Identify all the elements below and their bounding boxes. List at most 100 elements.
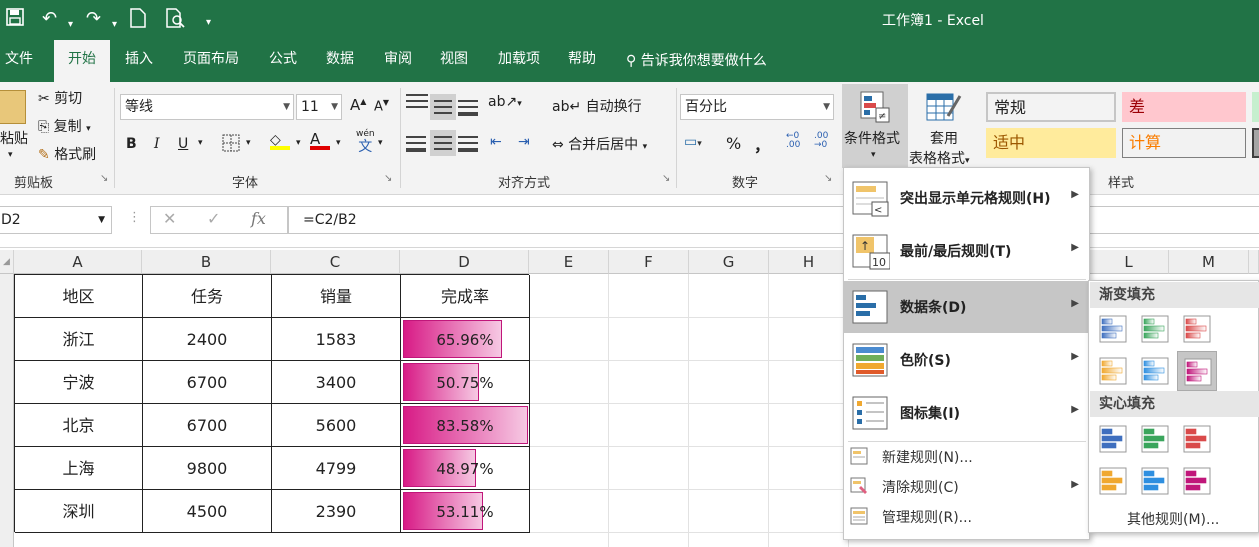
column-header[interactable]: F (609, 250, 689, 274)
column-header[interactable]: G (689, 250, 769, 274)
data-bar-cell[interactable]: 53.11% (401, 490, 530, 533)
decrease-indent-icon[interactable]: ⇤ (490, 134, 502, 150)
customize-qat-icon[interactable]: ▾ (206, 12, 211, 34)
select-all-corner[interactable]: ◢ (0, 250, 14, 274)
solid-light-blue-data-bar-icon[interactable] (1135, 461, 1175, 501)
undo-dropdown-icon[interactable]: ▾ (68, 14, 73, 36)
table-cell[interactable]: 4799 (272, 447, 401, 490)
format-as-table-button[interactable]: 套用 表格格式▾ (909, 84, 978, 168)
column-header[interactable]: B (142, 250, 271, 274)
phonetic-dropdown-icon[interactable]: ▾ (378, 138, 383, 148)
gradient-green-data-bar-icon[interactable] (1135, 309, 1175, 349)
align-middle-icon[interactable] (430, 94, 456, 120)
table-header-cell[interactable]: 任务 (143, 275, 272, 318)
solid-orange-data-bar-icon[interactable] (1093, 461, 1133, 501)
solid-purple-data-bar-icon[interactable] (1177, 461, 1217, 501)
cut-button[interactable]: ✂ 剪切 (38, 88, 82, 108)
data-bar-cell[interactable]: 48.97% (401, 447, 530, 490)
save-icon[interactable] (6, 8, 24, 32)
tab-file[interactable]: 文件 (0, 40, 38, 82)
gradient-red-data-bar-icon[interactable] (1177, 309, 1217, 349)
font-name-select[interactable]: 等线 ▼ (120, 94, 294, 120)
menu-item-clear-rules[interactable]: 清除规则(C) ▶ (844, 471, 1089, 501)
redo-icon[interactable]: ↷ (86, 8, 101, 30)
gradient-light-blue-data-bar-icon[interactable] (1135, 351, 1175, 391)
underline-dropdown-icon[interactable]: ▾ (198, 138, 203, 148)
menu-item-manage-rules[interactable]: 管理规则(R)... (844, 501, 1089, 531)
decrease-font-button[interactable]: A▼ (374, 98, 389, 114)
orientation-button[interactable]: ab↗▾ (488, 94, 522, 110)
wrap-text-button[interactable]: ab↵ 自动换行 (552, 96, 642, 116)
menu-item-color-scales[interactable]: 色阶(S) ▶ (844, 334, 1089, 386)
format-painter-button[interactable]: ✎ 格式刷 (38, 144, 96, 164)
paste-icon[interactable] (0, 90, 26, 124)
decrease-decimal-icon[interactable]: .00 →0 (814, 132, 828, 150)
table-cell[interactable]: 浙江 (15, 318, 143, 361)
data-bar-cell[interactable]: 50.75% (401, 361, 530, 404)
menu-item-top-bottom-rules[interactable]: ↑ 10 最前/最后规则(T) ▶ (844, 225, 1089, 277)
data-bar-cell[interactable]: 83.58% (401, 404, 530, 447)
menu-item-highlight-cells-rules[interactable]: < 突出显示单元格规则(H) ▶ (844, 172, 1089, 224)
chevron-down-icon[interactable]: ▾ (643, 142, 648, 152)
borders-dropdown-icon[interactable]: ▾ (246, 138, 251, 148)
formula-input[interactable]: =C2/B2 (288, 206, 1259, 234)
table-cell[interactable]: 2400 (143, 318, 272, 361)
style-bad[interactable]: 差 (1122, 92, 1246, 122)
table-cell[interactable]: 6700 (143, 404, 272, 447)
tab-addins[interactable]: 加载项 (490, 40, 548, 82)
number-format-select[interactable]: 百分比 ▼ (680, 94, 834, 120)
column-header[interactable] (1249, 250, 1259, 274)
table-cell[interactable]: 2390 (272, 490, 401, 533)
number-launcher-icon[interactable]: ↘ (824, 173, 832, 184)
table-cell[interactable]: 5600 (272, 404, 401, 447)
undo-icon[interactable]: ↶ (42, 8, 57, 30)
conditional-formatting-button[interactable]: ≠ 条件格式 ▾ (842, 84, 908, 168)
column-header[interactable]: E (529, 250, 609, 274)
align-center-icon[interactable] (430, 130, 456, 156)
table-cell[interactable]: 4500 (143, 490, 272, 533)
style-good[interactable] (1252, 92, 1259, 122)
align-left-icon[interactable] (406, 136, 426, 152)
increase-decimal-icon[interactable]: ←0.00 (786, 132, 800, 150)
data-bar-cell[interactable]: 65.96% (401, 318, 530, 361)
align-bottom-icon[interactable] (458, 100, 478, 116)
solid-blue-data-bar-icon[interactable] (1093, 419, 1133, 459)
phonetic-button[interactable]: wén 文 (356, 130, 375, 156)
tell-me-box[interactable]: ⚲ 告诉我你想要做什么 (626, 50, 767, 70)
borders-button[interactable] (222, 134, 240, 156)
alignment-launcher-icon[interactable]: ↘ (662, 173, 670, 184)
column-header[interactable]: H (769, 250, 849, 274)
copy-dropdown-icon[interactable]: ▾ (86, 124, 91, 134)
cancel-icon[interactable]: ✕ (163, 209, 176, 228)
font-size-select[interactable]: 11 ▼ (296, 94, 342, 120)
column-header[interactable]: D (400, 250, 529, 274)
style-calculation[interactable]: 计算 (1122, 128, 1246, 158)
menu-item-data-bars[interactable]: 数据条(D) ▶ (844, 281, 1089, 333)
column-header[interactable]: M (1169, 250, 1249, 274)
table-header-cell[interactable]: 地区 (15, 275, 143, 318)
menu-item-icon-sets[interactable]: 图标集(I) ▶ (844, 387, 1089, 439)
bold-button[interactable]: B (126, 136, 137, 152)
style-neutral[interactable]: 适中 (986, 128, 1116, 158)
fill-color-dropdown-icon[interactable]: ▾ (296, 138, 301, 148)
column-header[interactable]: C (271, 250, 400, 274)
tab-formulas[interactable]: 公式 (262, 40, 304, 82)
redo-dropdown-icon[interactable]: ▾ (112, 14, 117, 36)
merge-center-button[interactable]: ⇔ 合并后居中 ▾ (552, 134, 647, 154)
align-top-icon[interactable] (406, 94, 428, 116)
copy-button[interactable]: ⎘ 复制 ▾ (38, 116, 91, 136)
tab-page-layout[interactable]: 页面布局 (176, 40, 246, 82)
table-cell[interactable]: 1583 (272, 318, 401, 361)
column-header[interactable]: L (1089, 250, 1169, 274)
enter-icon[interactable]: ✓ (207, 209, 220, 228)
align-right-icon[interactable] (458, 136, 478, 152)
table-cell[interactable]: 3400 (272, 361, 401, 404)
tab-insert[interactable]: 插入 (118, 40, 160, 82)
currency-button[interactable]: ▭▾ (684, 134, 702, 150)
gradient-orange-data-bar-icon[interactable] (1093, 351, 1133, 391)
table-header-cell[interactable]: 完成率 (401, 275, 530, 318)
font-color-button[interactable]: A (310, 130, 330, 150)
chevron-down-icon[interactable]: ▼ (98, 207, 105, 233)
tab-view[interactable]: 视图 (432, 40, 476, 82)
name-box[interactable]: D2 ▼ (0, 206, 112, 234)
